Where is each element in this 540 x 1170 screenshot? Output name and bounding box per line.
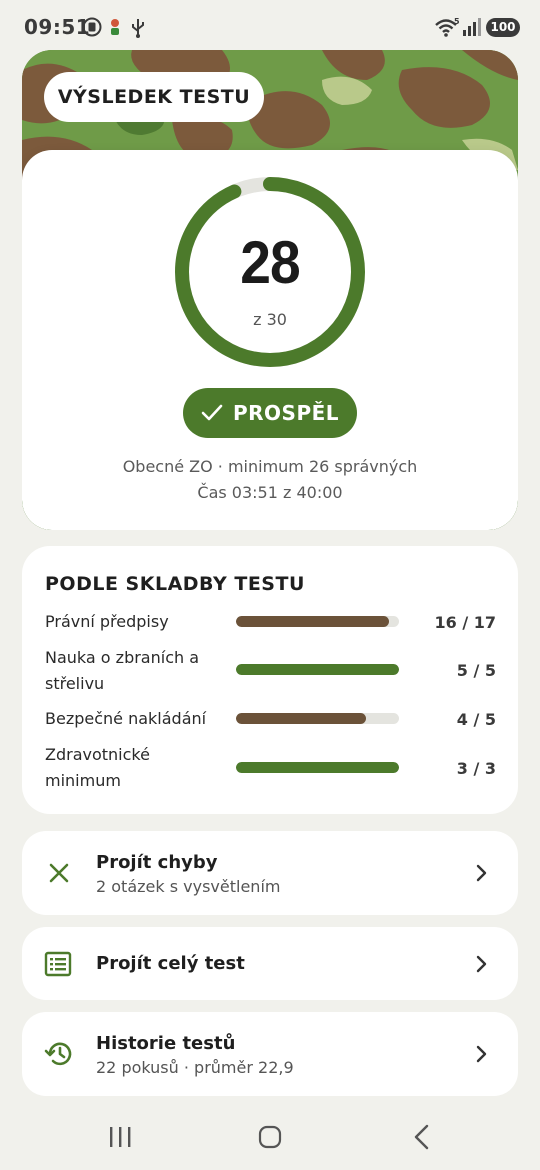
category-label: Nauka o zbraních a střelivu [45,648,200,693]
result-card: 28 z 30 PROSPĚL Obecné ZO · minimum 26 s… [22,150,518,530]
test-history-button[interactable]: Historie testů 22 pokusů · průměr 22,9 [22,1012,518,1096]
category-label: Bezpečné nakládání [45,709,207,728]
person-icon [111,19,119,35]
category-score: 4 / 5 [456,710,496,729]
category-progress-fill [236,664,399,675]
category-progress-bar [236,713,399,724]
wifi-icon: 5 [435,17,460,37]
status-time: 09:51 [24,15,91,39]
category-progress-bar [236,664,399,675]
battery-indicator: 100 [486,18,520,37]
recent-apps-button[interactable] [108,1125,132,1149]
check-icon [201,404,223,421]
result-header: VÝSLEDEK TESTU 28 z 30 PROSPĚL Obecné ZO… [22,50,518,530]
category-progress-bar [236,616,399,627]
back-button[interactable] [412,1124,430,1150]
category-score: 3 / 3 [456,759,496,778]
svg-text:5: 5 [454,17,460,26]
list-icon [44,951,72,977]
category-progress-fill [236,616,390,627]
history-icon [44,1042,72,1066]
usb-icon [132,19,144,38]
category-score: 5 / 5 [456,661,496,680]
action-title: Projít chyby [96,852,218,873]
close-icon [49,863,69,883]
home-button[interactable] [258,1125,282,1149]
test-info-time: Čas 03:51 z 40:00 [197,483,343,502]
chevron-right-icon [476,864,487,882]
action-subtitle: 2 otázek s vysvětlením [96,877,281,896]
pass-status-label: PROSPĚL [232,401,340,425]
pass-status-badge: PROSPĚL [183,388,357,438]
category-progress-fill [236,762,399,773]
category-label: Právní předpisy [45,612,169,631]
review-mistakes-button[interactable]: Projít chyby 2 otázek s vysvětlením [22,831,518,915]
category-progress-bar [236,762,399,773]
action-subtitle: 22 pokusů · průměr 22,9 [96,1058,294,1077]
category-progress-fill [236,713,367,724]
action-title: Projít celý test [96,953,245,974]
test-info-requirement: Obecné ZO · minimum 26 správných [122,457,418,476]
signal-icon [463,18,481,36]
score-value: 28 [240,229,300,296]
chevron-right-icon [476,1045,487,1063]
score-total: z 30 [253,310,287,329]
action-title: Historie testů [96,1033,236,1054]
category-breakdown-card: PODLE SKLADBY TESTU Právní předpisy 16 /… [22,546,518,814]
system-navigation-bar [0,1100,540,1170]
page-title: VÝSLEDEK TESTU [44,72,264,122]
chevron-right-icon [476,955,487,973]
category-score: 16 / 17 [434,613,496,632]
breakdown-title: PODLE SKLADBY TESTU [45,573,305,595]
status-bar: 09:51 5 100 [0,0,540,56]
review-full-test-button[interactable]: Projít celý test [22,927,518,1000]
category-label: Zdravotnické minimum [45,745,150,790]
notification-icon [82,17,102,37]
